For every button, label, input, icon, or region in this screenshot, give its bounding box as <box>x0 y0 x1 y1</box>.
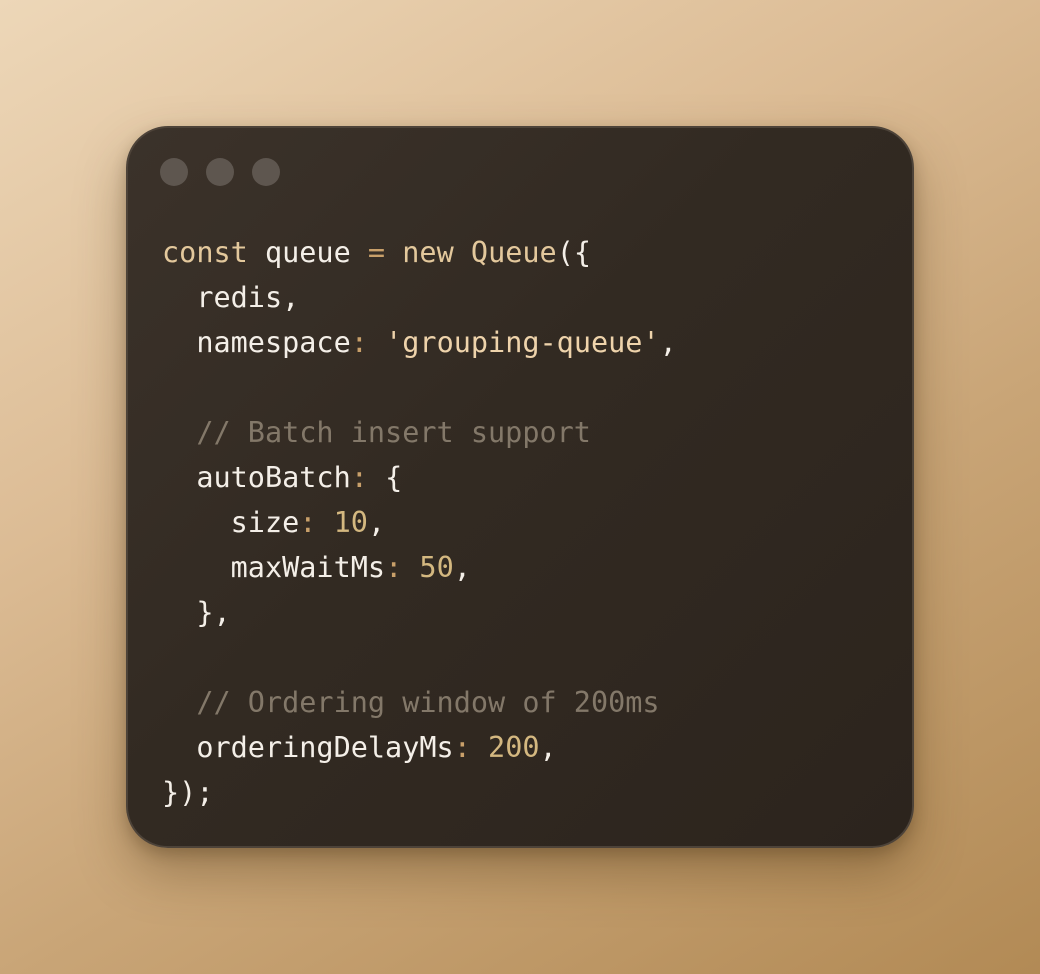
code-token: , <box>453 551 471 584</box>
code-token: const <box>162 236 248 269</box>
code-line: autoBatch: { <box>162 455 677 500</box>
code-token: 50 <box>419 551 454 584</box>
code-token: 'grouping-queue' <box>385 326 660 359</box>
code-token: new <box>402 236 454 269</box>
code-token: 200 <box>488 731 540 764</box>
code-token: , <box>367 506 386 539</box>
code-line: orderingDelayMs: 200, <box>162 725 677 770</box>
code-block: const queue = new Queue({ redis, namespa… <box>162 230 677 815</box>
code-token: 10 <box>333 506 368 539</box>
code-token: redis, <box>162 281 300 314</box>
code-token: : <box>453 731 471 764</box>
code-window: const queue = new Queue({ redis, namespa… <box>126 126 914 848</box>
code-token: , <box>659 326 677 359</box>
code-token: }, <box>162 596 231 629</box>
maximize-dot-icon[interactable] <box>252 158 280 186</box>
code-token: ({ <box>556 236 592 269</box>
code-token: : <box>299 506 317 539</box>
code-line: maxWaitMs: 50, <box>162 545 677 590</box>
code-line: // Ordering window of 200ms <box>162 680 677 725</box>
code-token: namespace <box>162 326 351 359</box>
close-dot-icon[interactable] <box>160 158 188 186</box>
code-token: , <box>539 731 557 764</box>
code-token: Queue <box>470 236 557 269</box>
code-line: size: 10, <box>162 500 677 545</box>
code-token: : <box>350 326 368 359</box>
code-token: size <box>162 506 300 539</box>
code-line: // Batch insert support <box>162 410 677 455</box>
code-token: // Ordering window of 200ms <box>162 686 660 719</box>
code-token: = <box>367 236 386 269</box>
code-token: }); <box>162 776 214 809</box>
code-line: const queue = new Queue({ <box>162 230 677 275</box>
minimize-dot-icon[interactable] <box>206 158 234 186</box>
code-line: redis, <box>162 275 677 320</box>
code-line: namespace: 'grouping-queue', <box>162 320 677 365</box>
code-line: }); <box>162 770 677 815</box>
code-token: : <box>350 461 368 494</box>
code-token: autoBatch <box>162 461 351 494</box>
code-token: maxWaitMs <box>162 551 386 584</box>
code-token: queue <box>247 236 368 269</box>
code-token: { <box>367 461 403 494</box>
code-line: }, <box>162 590 677 635</box>
code-token: : <box>385 551 403 584</box>
code-token: orderingDelayMs <box>162 731 454 764</box>
code-token: // Batch insert support <box>162 416 591 449</box>
